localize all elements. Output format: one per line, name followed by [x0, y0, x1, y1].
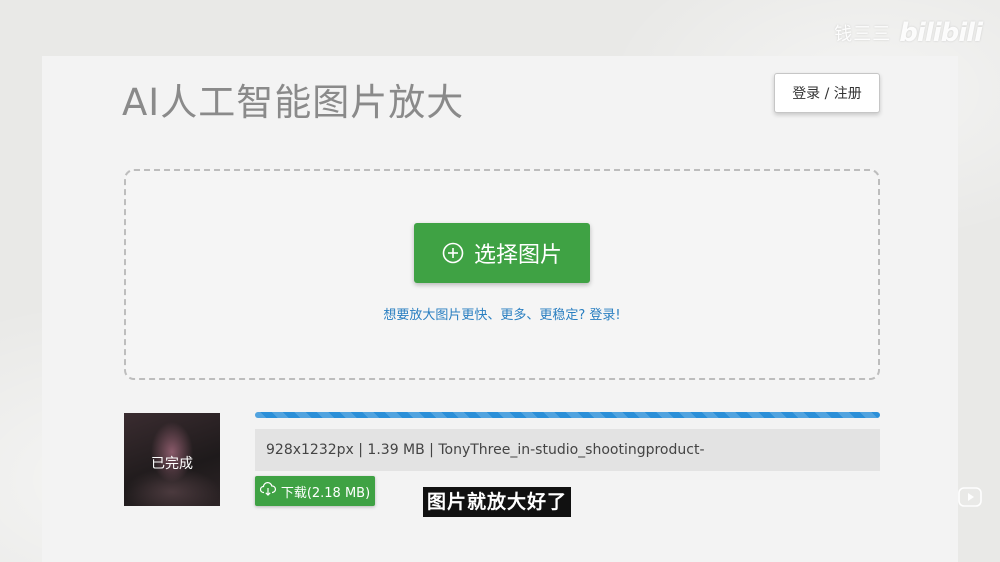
- thumbnail-status: 已完成: [151, 455, 193, 472]
- page-title: AI人工智能图片放大: [122, 81, 465, 124]
- select-image-button[interactable]: 选择图片: [414, 223, 590, 283]
- bilibili-watermark: 钱三三 bilibili: [834, 18, 983, 48]
- login-hint-link[interactable]: 想要放大图片更快、更多、更稳定? 登录!: [126, 304, 878, 323]
- login-register-button[interactable]: 登录 / 注册: [774, 73, 880, 113]
- plus-circle-icon: [442, 242, 464, 264]
- progress-bar: [255, 412, 880, 418]
- progress-fill: [255, 412, 880, 418]
- video-subtitle: 图片就放大好了: [423, 487, 572, 517]
- upload-dropzone[interactable]: 选择图片 想要放大图片更快、更多、更稳定? 登录!: [124, 169, 880, 380]
- file-info: 928x1232px | 1.39 MB | TonyThree_in-stud…: [255, 429, 880, 471]
- play-icon[interactable]: [958, 486, 982, 508]
- cloud-download-icon: [259, 482, 276, 500]
- select-image-label: 选择图片: [473, 243, 562, 268]
- bilibili-logo: bilibili: [899, 18, 983, 48]
- watermark-channel: 钱三三: [834, 24, 892, 45]
- image-thumbnail: 已完成: [124, 413, 220, 506]
- download-label: 下载(2.18 MB): [280, 485, 371, 501]
- download-button[interactable]: 下载(2.18 MB): [255, 476, 375, 506]
